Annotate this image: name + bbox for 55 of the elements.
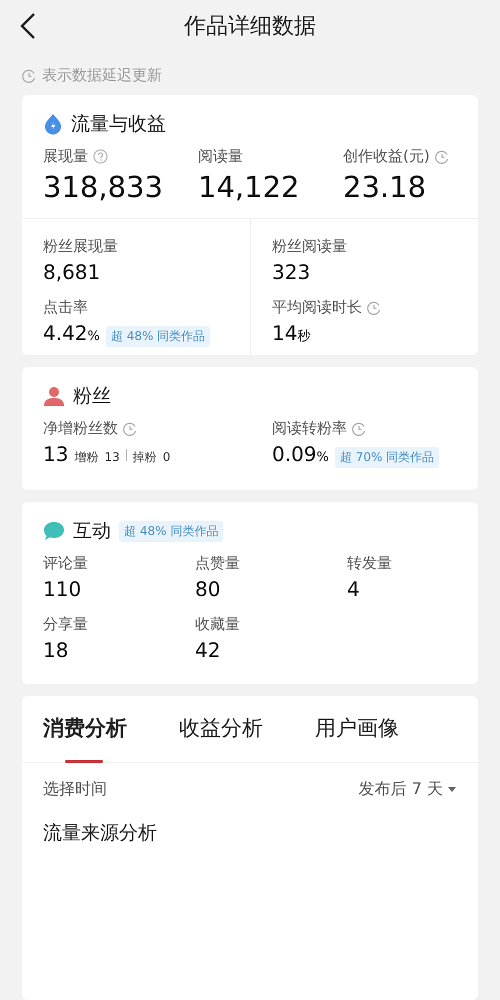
- metric-label: 评论量: [43, 554, 88, 573]
- breakdown-value: 0: [162, 450, 170, 464]
- metric-label: 粉丝阅读量: [272, 237, 347, 256]
- breakdown-value: 13: [104, 450, 120, 464]
- metric-label: 点赞量: [195, 554, 240, 573]
- analysis-tab[interactable]: 收益分析: [179, 714, 263, 762]
- card-title: 流量与收益: [71, 112, 166, 137]
- metric-value: 0.09: [272, 442, 317, 466]
- metric-label: 点击率: [43, 298, 88, 317]
- comparison-badge: 超 70% 同类作品: [334, 447, 440, 468]
- time-dropdown[interactable]: 发布后 7 天: [358, 779, 457, 800]
- metric-value: 80: [195, 577, 220, 601]
- chat-bubble-icon: [43, 521, 65, 541]
- metric-value: 323: [272, 260, 310, 284]
- metric-label: 净增粉丝数: [43, 419, 118, 438]
- metric-value: 318,833: [43, 170, 163, 204]
- metric-value: 23.18: [343, 170, 426, 204]
- metric-value: 4: [347, 577, 360, 601]
- analysis-tab[interactable]: 消费分析: [43, 714, 127, 762]
- metric-value: 13: [43, 442, 68, 466]
- analysis-tab[interactable]: 用户画像: [315, 714, 399, 762]
- back-icon[interactable]: [18, 12, 38, 40]
- metric-label: 阅读转粉率: [272, 419, 347, 438]
- comparison-badge: 超 48% 同类作品: [106, 326, 210, 347]
- metric-label: 展现量: [43, 147, 88, 166]
- card-title: 粉丝: [73, 384, 111, 409]
- section-title: 流量来源分析: [42, 821, 158, 846]
- person-icon: [43, 385, 65, 407]
- metric-value: 14,122: [198, 170, 300, 204]
- breakdown-label: 增粉: [74, 449, 98, 466]
- time-label: 选择时间: [43, 779, 107, 800]
- caret-icon: [447, 786, 457, 792]
- metric-value: 4.42: [43, 321, 88, 345]
- comparison-badge: 超 48% 同类作品: [119, 520, 224, 542]
- metric-value: 8,681: [43, 260, 100, 284]
- breakdown-label: 掉粉: [132, 449, 157, 466]
- metric-label: 阅读量: [198, 147, 243, 166]
- metric-value: 14: [272, 321, 298, 345]
- metric-label: 粉丝展现量: [43, 237, 118, 256]
- metric-value: 110: [43, 577, 82, 601]
- metric-unit: %: [316, 450, 329, 465]
- metric-value: 18: [43, 638, 68, 662]
- card-title: 互动: [73, 519, 111, 544]
- metric-label: 收藏量: [195, 615, 240, 634]
- metric-label: 转发量: [347, 554, 392, 573]
- metric-value: 42: [195, 638, 220, 662]
- metric-unit: %: [88, 329, 100, 344]
- delay-note: 表示数据延迟更新: [42, 66, 162, 85]
- metric-unit: 秒: [297, 328, 310, 345]
- page-title: 作品详细数据: [184, 13, 316, 41]
- metric-label: 创作收益(元): [343, 147, 430, 166]
- metric-label: 平均阅读时长: [272, 298, 362, 317]
- metric-label: 分享量: [43, 615, 88, 634]
- drop-icon: [43, 113, 63, 135]
- clock-icon: [22, 68, 36, 82]
